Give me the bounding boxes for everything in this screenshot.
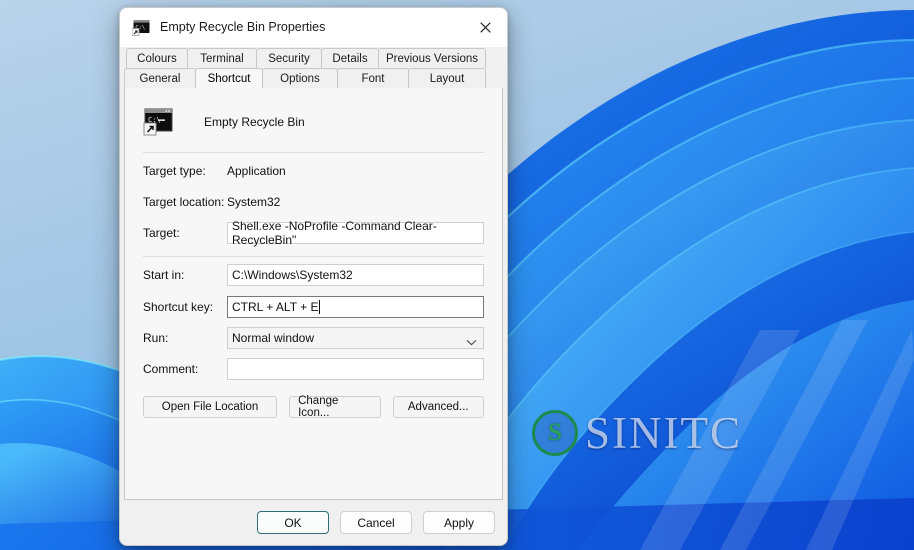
tab-general[interactable]: General (124, 68, 196, 88)
tab-details[interactable]: Details (321, 48, 379, 68)
target-row: Target: Shell.exe -NoProfile -Command Cl… (143, 220, 484, 246)
button-label: Open File Location (162, 401, 259, 413)
shortcut-header-row: C:\ Empty Recycle Bin (143, 102, 484, 142)
tab-label: Security (268, 53, 310, 65)
tab-shortcut[interactable]: Shortcut (195, 68, 263, 88)
tab-row-2: General Shortcut Options Font Layout (124, 68, 503, 88)
start-in-label: Start in: (143, 268, 227, 282)
tab-options[interactable]: Options (262, 68, 338, 88)
run-row: Run: Normal window (143, 325, 484, 351)
close-icon[interactable] (463, 8, 507, 47)
tab-row-1: Colours Terminal Security Details Previo… (124, 48, 503, 68)
target-type-value: Application (227, 164, 286, 178)
text-caret (319, 300, 320, 314)
chevron-down-icon (466, 335, 477, 342)
tab-label: Terminal (200, 53, 243, 65)
window-title: Empty Recycle Bin Properties (160, 20, 325, 34)
target-input[interactable]: Shell.exe -NoProfile -Command Clear-Recy… (227, 222, 484, 244)
open-file-location-button[interactable]: Open File Location (143, 396, 277, 418)
properties-dialog: C:\ Empty Recycle Bin Properties Colours… (119, 7, 508, 546)
tab-label: Options (280, 73, 320, 85)
target-location-label: Target location: (143, 195, 227, 209)
tab-previous-versions[interactable]: Previous Versions (378, 48, 486, 68)
run-selected-value: Normal window (232, 331, 314, 345)
apply-button[interactable]: Apply (423, 511, 495, 534)
advanced-button[interactable]: Advanced... (393, 396, 484, 418)
cancel-button[interactable]: Cancel (340, 511, 412, 534)
change-icon-button[interactable]: Change Icon... (289, 396, 380, 418)
tab-label: Details (332, 53, 367, 65)
console-shortcut-icon: C:\ (143, 107, 174, 138)
tab-font[interactable]: Font (337, 68, 409, 88)
shortcut-key-label: Shortcut key: (143, 300, 227, 314)
run-select[interactable]: Normal window (227, 327, 484, 349)
start-in-row: Start in: C:\Windows\System32 (143, 262, 484, 288)
shortcut-key-input[interactable]: CTRL + ALT + E (227, 296, 484, 318)
tab-strip: Colours Terminal Security Details Previo… (120, 47, 507, 88)
button-label: Change Icon... (298, 395, 371, 419)
shortcut-key-row: Shortcut key: CTRL + ALT + E (143, 293, 484, 320)
tab-layout[interactable]: Layout (408, 68, 486, 88)
tab-terminal[interactable]: Terminal (187, 48, 257, 68)
comment-row: Comment: (143, 356, 484, 382)
run-label: Run: (143, 331, 227, 345)
shortcut-key-value: CTRL + ALT + E (232, 300, 318, 314)
start-in-input[interactable]: C:\Windows\System32 (227, 264, 484, 286)
comment-input[interactable] (227, 358, 484, 380)
tab-label: Font (361, 73, 384, 85)
console-shortcut-icon: C:\ (132, 19, 151, 36)
button-label: OK (284, 516, 301, 530)
tab-colours[interactable]: Colours (126, 48, 188, 68)
shortcut-tab-panel: C:\ Empty Recycle Bin Target type: Appli… (124, 88, 503, 500)
comment-label: Comment: (143, 362, 227, 376)
tab-label: Shortcut (208, 73, 251, 85)
target-location-row: Target location: System32 (143, 189, 484, 215)
target-input-value: Shell.exe -NoProfile -Command Clear-Recy… (232, 219, 479, 247)
dialog-footer: OK Cancel Apply (120, 500, 507, 545)
tab-label: General (140, 73, 181, 85)
divider (143, 152, 484, 153)
button-label: Advanced... (408, 401, 469, 413)
shortcut-action-buttons: Open File Location Change Icon... Advanc… (143, 396, 484, 418)
tab-label: Previous Versions (386, 53, 478, 65)
target-label: Target: (143, 226, 227, 240)
target-type-label: Target type: (143, 164, 227, 178)
divider (143, 256, 484, 257)
target-location-value: System32 (227, 195, 280, 209)
tab-security[interactable]: Security (256, 48, 322, 68)
button-label: Cancel (357, 516, 394, 530)
tab-label: Colours (137, 53, 177, 65)
target-type-row: Target type: Application (143, 158, 484, 184)
button-label: Apply (444, 516, 474, 530)
title-bar[interactable]: C:\ Empty Recycle Bin Properties (120, 8, 507, 47)
tab-label: Layout (430, 73, 465, 85)
shortcut-name: Empty Recycle Bin (204, 115, 305, 129)
ok-button[interactable]: OK (257, 511, 329, 534)
start-in-value: C:\Windows\System32 (232, 268, 353, 282)
